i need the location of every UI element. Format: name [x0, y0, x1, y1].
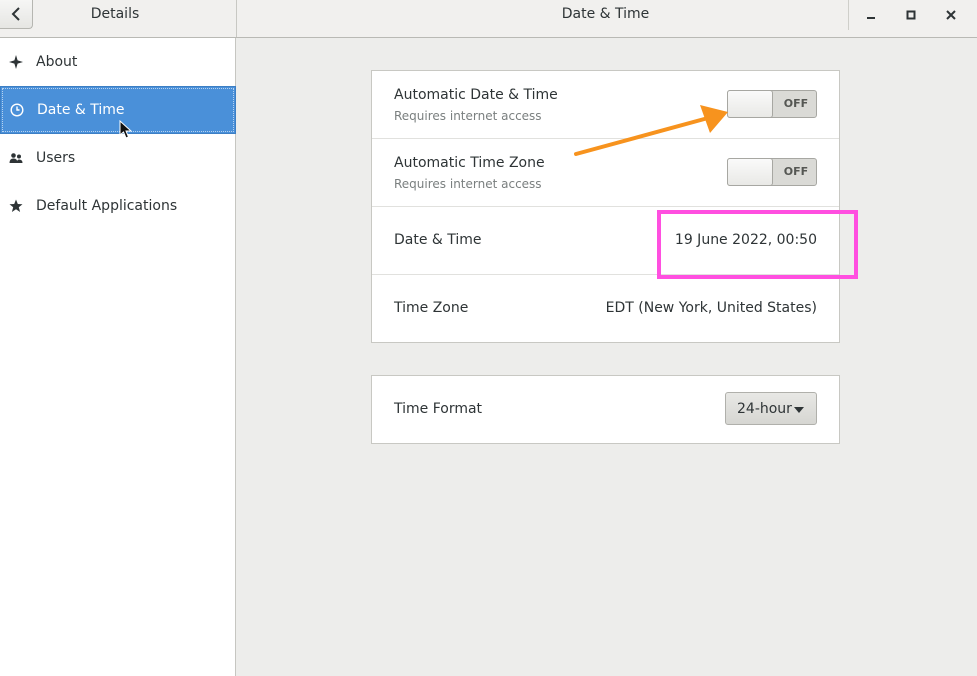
- automatic-time-zone-switch[interactable]: OFF: [727, 158, 817, 186]
- sparkle-icon: [8, 54, 24, 70]
- sidebar-item-default-applications[interactable]: Default Applications: [0, 182, 236, 230]
- automatic-date-time-subtitle: Requires internet access: [394, 109, 542, 123]
- close-icon: [946, 10, 956, 20]
- automatic-time-zone-row: Automatic Time Zone Requires internet ac…: [372, 139, 839, 207]
- switch-state: OFF: [783, 97, 809, 110]
- time-zone-row[interactable]: Time Zone EDT (New York, United States): [372, 275, 839, 343]
- date-time-row[interactable]: Date & Time 19 June 2022, 00:50: [372, 207, 839, 275]
- time-format-frame: Time Format 24-hour: [371, 375, 840, 444]
- time-format-title: Time Format: [394, 401, 483, 417]
- users-icon: [8, 150, 24, 166]
- minimize-button[interactable]: [861, 5, 881, 25]
- window-controls-separator: [848, 0, 849, 30]
- switch-knob: [727, 158, 773, 186]
- sidebar-item-about[interactable]: About: [0, 38, 236, 86]
- sidebar: About Date & Time Users Default Applicat…: [0, 38, 236, 676]
- date-time-value: 19 June 2022, 00:50: [674, 232, 817, 248]
- clock-icon: [9, 102, 25, 118]
- automatic-date-time-switch[interactable]: OFF: [727, 90, 817, 118]
- chevron-left-icon: [11, 7, 20, 21]
- switch-state: OFF: [783, 165, 809, 178]
- time-format-row: Time Format 24-hour: [372, 376, 839, 444]
- back-button[interactable]: [0, 0, 33, 29]
- switch-knob: [727, 90, 773, 118]
- maximize-button[interactable]: [901, 5, 921, 25]
- chevron-down-icon: [794, 407, 804, 413]
- star-icon: [8, 198, 24, 214]
- maximize-icon: [906, 10, 916, 20]
- sidebar-title: Details: [90, 6, 140, 22]
- main-panel: Automatic Date & Time Requires internet …: [237, 38, 977, 676]
- sidebar-item-date-time[interactable]: Date & Time: [0, 86, 236, 134]
- time-format-dropdown[interactable]: 24-hour: [725, 392, 817, 425]
- date-time-settings-frame: Automatic Date & Time Requires internet …: [371, 70, 840, 343]
- sidebar-item-label: Default Applications: [36, 198, 178, 214]
- header-bar: Details Date & Time: [0, 0, 977, 38]
- sidebar-item-label: Date & Time: [37, 102, 125, 118]
- time-zone-value: EDT (New York, United States): [605, 300, 817, 316]
- time-format-selected: 24-hour: [737, 400, 792, 417]
- time-zone-title: Time Zone: [394, 300, 469, 316]
- automatic-date-time-title: Automatic Date & Time: [394, 87, 558, 103]
- close-button[interactable]: [941, 5, 961, 25]
- date-time-title: Date & Time: [394, 232, 482, 248]
- sidebar-header: Details: [0, 0, 237, 37]
- sidebar-item-label: About: [36, 54, 78, 70]
- automatic-date-time-row: Automatic Date & Time Requires internet …: [372, 71, 839, 139]
- automatic-time-zone-subtitle: Requires internet access: [394, 177, 542, 191]
- sidebar-item-users[interactable]: Users: [0, 134, 236, 182]
- automatic-time-zone-title: Automatic Time Zone: [394, 155, 545, 171]
- sidebar-item-label: Users: [36, 150, 76, 166]
- minimize-icon: [867, 17, 875, 19]
